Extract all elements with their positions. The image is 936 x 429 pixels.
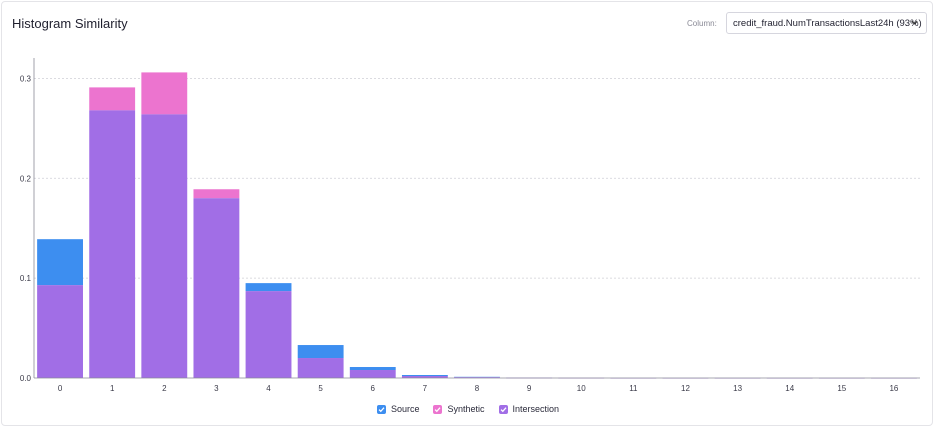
y-tick-label: 0.1 bbox=[20, 274, 32, 283]
x-tick-label: 0 bbox=[58, 384, 63, 393]
x-tick-label: 11 bbox=[629, 384, 638, 393]
x-tick-label: 4 bbox=[266, 384, 271, 393]
x-tick-label: 3 bbox=[214, 384, 219, 393]
check-icon bbox=[378, 406, 385, 412]
x-tick-label: 2 bbox=[162, 384, 167, 393]
bar-intersection[interactable] bbox=[245, 291, 292, 378]
legend-item-intersection[interactable]: Intersection bbox=[498, 404, 560, 414]
legend-item-source[interactable]: Source bbox=[376, 404, 420, 414]
bars bbox=[37, 72, 917, 379]
legend-checkbox-intersection[interactable] bbox=[498, 404, 508, 414]
x-tick-label: 14 bbox=[785, 384, 794, 393]
bar-intersection[interactable] bbox=[89, 110, 136, 378]
bar-intersection[interactable] bbox=[37, 285, 83, 378]
bar-intersection[interactable] bbox=[349, 370, 396, 378]
bar-intersection[interactable] bbox=[297, 358, 344, 378]
y-tick-label: 0.3 bbox=[20, 74, 32, 83]
x-tick-label: 13 bbox=[733, 384, 742, 393]
bar-intersection[interactable] bbox=[141, 114, 188, 379]
check-icon bbox=[435, 406, 441, 412]
legend-label-intersection: Intersection bbox=[512, 404, 560, 414]
x-tick-label: 16 bbox=[889, 384, 898, 393]
bar-intersection[interactable] bbox=[193, 198, 240, 378]
bar-source[interactable] bbox=[401, 375, 448, 377]
legend-checkbox-synthetic[interactable] bbox=[433, 404, 443, 414]
legend-label-source: Source bbox=[390, 404, 420, 414]
x-tick-label: 12 bbox=[681, 384, 690, 393]
bar-synthetic[interactable] bbox=[141, 72, 188, 115]
x-tick-label: 15 bbox=[837, 384, 846, 393]
legend-label-synthetic: Synthetic bbox=[447, 404, 485, 414]
bar-source[interactable] bbox=[245, 283, 292, 292]
x-tick-label: 9 bbox=[527, 384, 532, 393]
bar-synthetic[interactable] bbox=[89, 87, 136, 111]
bar-source[interactable] bbox=[37, 239, 83, 286]
y-tick-label: 0.0 bbox=[20, 374, 32, 383]
legend-item-synthetic[interactable]: Synthetic bbox=[433, 404, 485, 414]
x-tick-label: 5 bbox=[318, 384, 323, 393]
histogram-chart: 0.00.10.20.30 1 2 3 4 5 6 7 8 9 10 11 12 13 14 15 16 bbox=[20, 58, 920, 393]
x-tick-label: 1 bbox=[110, 384, 115, 393]
x-tick-label: 10 bbox=[577, 384, 586, 393]
bar-source[interactable] bbox=[349, 367, 396, 371]
check-icon bbox=[500, 406, 507, 412]
y-tick-label: 0.2 bbox=[20, 174, 32, 183]
bar-source[interactable] bbox=[297, 345, 344, 359]
bar-synthetic[interactable] bbox=[193, 189, 240, 199]
x-tick-label: 6 bbox=[371, 384, 376, 393]
x-tick-label: 7 bbox=[423, 384, 428, 393]
legend: Source Synthetic Intersection bbox=[0, 404, 936, 414]
legend-checkbox-source[interactable] bbox=[376, 404, 386, 414]
x-tick-label: 8 bbox=[475, 384, 480, 393]
